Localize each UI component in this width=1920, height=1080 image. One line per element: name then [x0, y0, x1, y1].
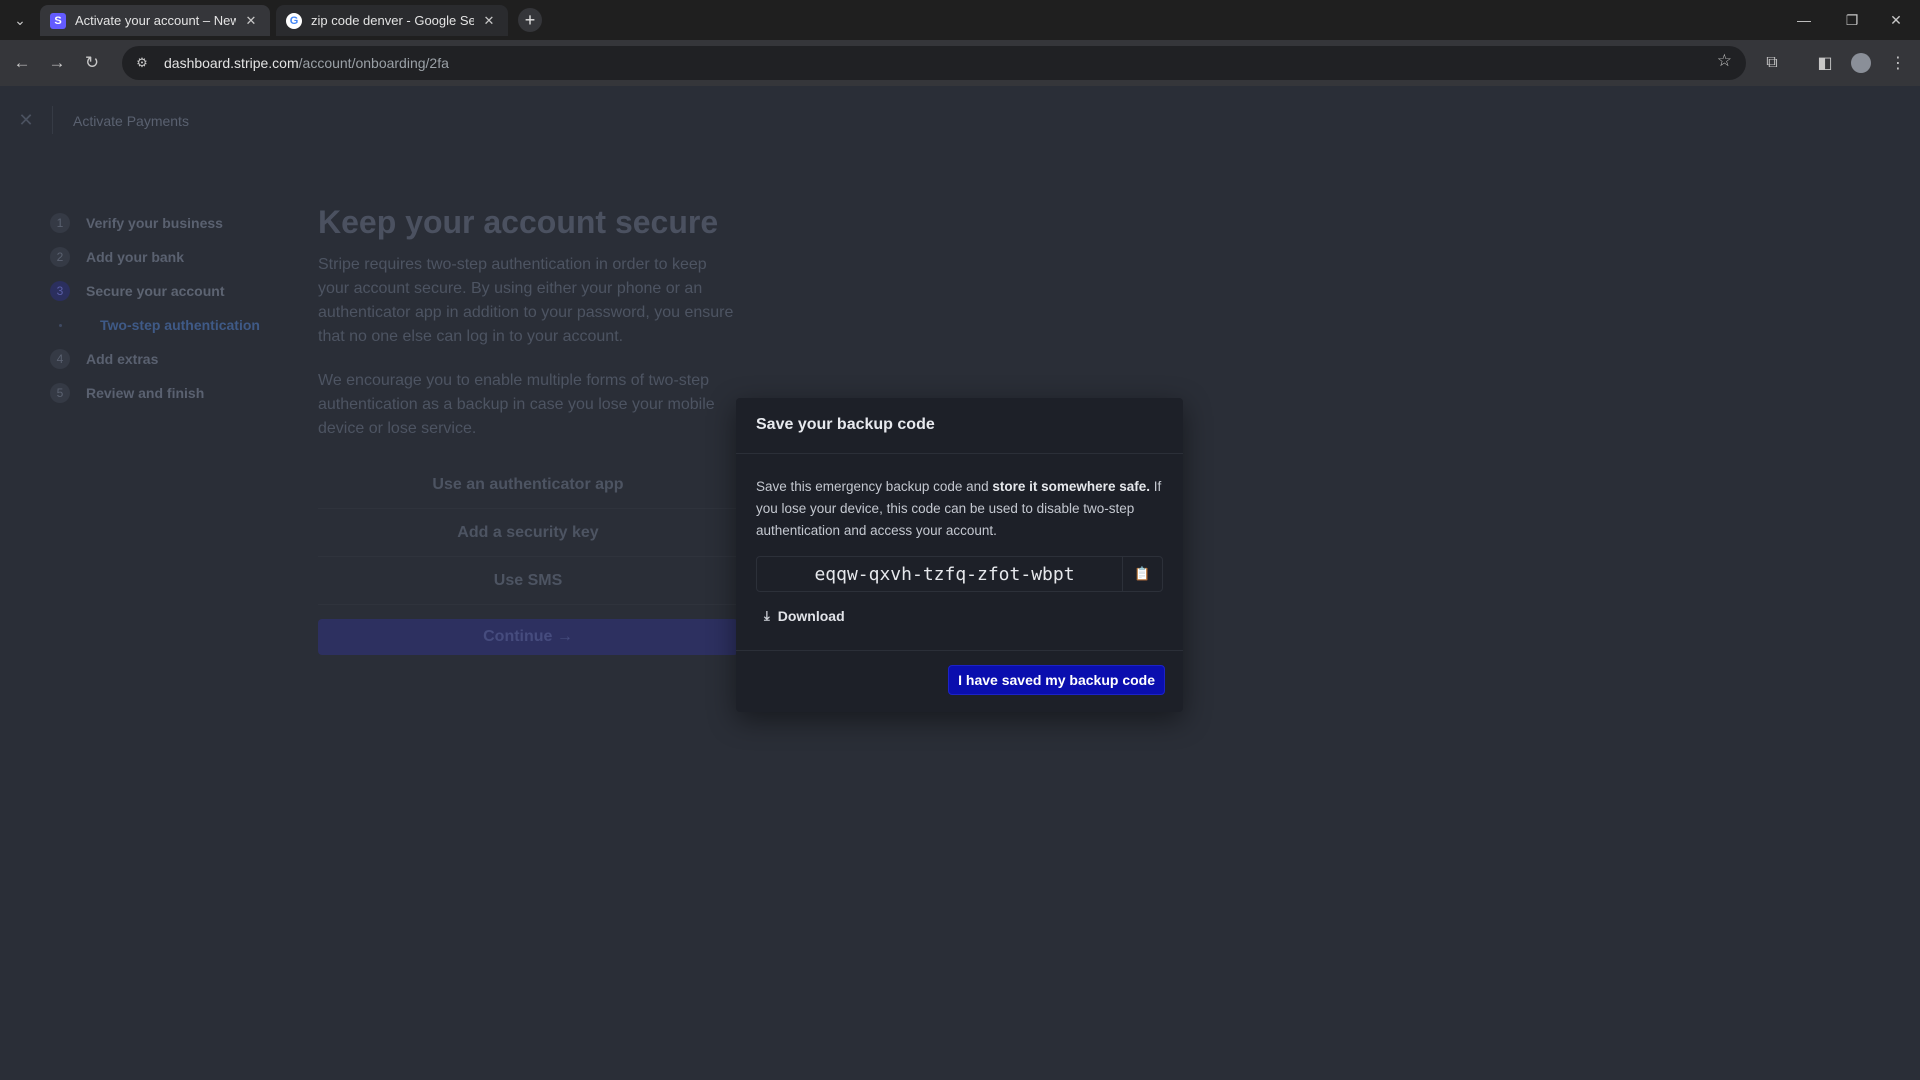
reload-icon[interactable]: ↻	[80, 51, 104, 75]
substep-label: Two-step authentication	[100, 317, 260, 333]
side-panel-icon[interactable]: ◧	[1813, 51, 1837, 75]
profile-avatar-icon[interactable]	[1851, 53, 1871, 73]
page-content: ✕ Activate Payments 1 Verify your busine…	[0, 86, 1920, 1080]
desc-text: Save this emergency backup code and	[756, 479, 993, 494]
bookmark-star-icon[interactable]: ☆	[1717, 51, 1732, 71]
browser-tab-stripe[interactable]: S Activate your account – New Bu ✕	[40, 5, 270, 36]
main-content: Keep your account secure Stripe requires…	[318, 204, 738, 655]
onboarding-steps: 1 Verify your business 2 Add your bank 3…	[50, 206, 260, 410]
url-path: /account/onboarding/2fa	[298, 55, 449, 71]
close-icon[interactable]: ✕	[16, 110, 36, 130]
security-key-option[interactable]: Add a security key	[318, 509, 738, 557]
step-review-finish[interactable]: 5 Review and finish	[50, 376, 260, 410]
step-label: Verify your business	[86, 215, 223, 231]
intro-paragraph: Stripe requires two-step authentication …	[318, 256, 734, 345]
step-secure-account[interactable]: 3 Secure your account	[50, 274, 260, 308]
stripe-icon: S	[50, 12, 66, 29]
browser-tab-google[interactable]: G zip code denver - Google Searc ✕	[276, 5, 508, 36]
tab-title: zip code denver - Google Searc	[311, 13, 474, 28]
backup-paragraph: We encourage you to enable multiple form…	[318, 372, 715, 437]
forward-arrow-icon[interactable]: →	[45, 51, 69, 75]
close-icon[interactable]: ✕	[480, 12, 498, 30]
saved-backup-code-button[interactable]: I have saved my backup code	[948, 665, 1165, 695]
download-icon: ⤓	[764, 608, 770, 623]
substep-dot	[59, 324, 62, 327]
google-icon: G	[286, 12, 302, 29]
download-label: Download	[777, 608, 845, 624]
page-header: ✕ Activate Payments	[0, 86, 1920, 156]
backup-code-box: eqqw-qxvh-tzfq-zfot-wbpt 📋	[756, 556, 1163, 592]
modal-body: Save this emergency backup code and stor…	[736, 454, 1183, 630]
step-number: 3	[50, 281, 70, 301]
step-label: Add your bank	[86, 249, 185, 265]
browser-tab-bar: ⌄ S Activate your account – New Bu ✕ G z…	[0, 0, 1920, 40]
continue-button[interactable]: Continue →	[318, 619, 738, 655]
extensions-icon[interactable]: ⧉	[1760, 51, 1784, 75]
page-heading: Keep your account secure	[318, 204, 719, 240]
tab-title: Activate your account – New Bu	[75, 13, 236, 28]
step-number: 4	[50, 349, 70, 369]
step-number: 2	[50, 247, 70, 267]
step-label: Review and finish	[86, 385, 205, 401]
copy-clipboard-icon[interactable]: 📋	[1122, 557, 1162, 591]
browser-toolbar: ← → ↻ ⚙ dashboard.stripe.com/account/onb…	[0, 40, 1920, 86]
substep-two-step-auth[interactable]: Two-step authentication	[50, 308, 260, 342]
minimize-icon[interactable]: —	[1792, 8, 1816, 32]
url-host: dashboard.stripe.com	[164, 55, 299, 71]
step-label: Add extras	[86, 351, 159, 367]
desc-emphasis: store it somewhere safe.	[992, 479, 1150, 494]
site-info-icon[interactable]: ⚙	[126, 46, 158, 80]
step-label: Secure your account	[86, 283, 225, 299]
menu-kebab-icon[interactable]: ⋮	[1886, 51, 1910, 75]
header-divider	[52, 106, 53, 134]
new-tab-button[interactable]: +	[518, 8, 542, 32]
step-add-extras[interactable]: 4 Add extras	[50, 342, 260, 376]
step-number: 5	[50, 383, 70, 403]
modal-description: Save this emergency backup code and stor…	[756, 476, 1163, 542]
step-verify-business[interactable]: 1 Verify your business	[50, 206, 260, 240]
sms-option[interactable]: Use SMS	[318, 557, 738, 605]
restore-icon[interactable]: ❐	[1840, 8, 1864, 32]
window-close-icon[interactable]: ✕	[1884, 8, 1908, 32]
step-number: 1	[50, 213, 70, 233]
tab-search-icon[interactable]: ⌄	[8, 8, 32, 32]
download-button[interactable]: ⤓ Download	[756, 602, 1163, 630]
modal-title: Save your backup code	[736, 398, 1183, 454]
backup-code-modal: Save your backup code Save this emergenc…	[736, 398, 1183, 712]
authenticator-app-option[interactable]: Use an authenticator app	[318, 461, 738, 509]
close-icon[interactable]: ✕	[242, 12, 260, 30]
modal-footer: I have saved my backup code	[736, 650, 1183, 712]
back-arrow-icon[interactable]: ←	[10, 51, 34, 75]
backup-code[interactable]: eqqw-qxvh-tzfq-zfot-wbpt	[757, 564, 1162, 585]
address-bar[interactable]: ⚙ dashboard.stripe.com/account/onboardin…	[122, 46, 1746, 80]
url-text: dashboard.stripe.com/account/onboarding/…	[164, 55, 449, 71]
page-title: Activate Payments	[73, 113, 189, 129]
step-add-bank[interactable]: 2 Add your bank	[50, 240, 260, 274]
